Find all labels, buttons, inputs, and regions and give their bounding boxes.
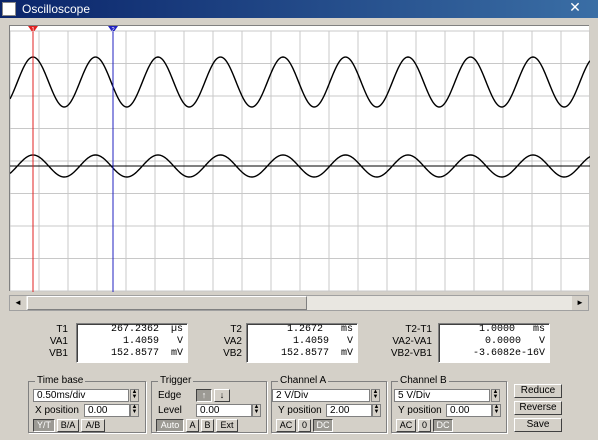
value-va1: 1.4059 V bbox=[122, 336, 183, 347]
close-icon[interactable]: ✕ bbox=[556, 0, 594, 16]
level-field[interactable]: 0.00 bbox=[196, 404, 252, 417]
trigger-b-button[interactable]: B bbox=[201, 419, 214, 432]
label-vb1: VB1 bbox=[49, 348, 68, 359]
trigger-title: Trigger bbox=[158, 375, 194, 386]
t1-values: 267.2362 µs 1.4059 V 152.8577 mV bbox=[76, 323, 188, 363]
level-label: Level bbox=[158, 405, 182, 416]
channel-b-group: Channel B 5 V/Div ▲ ▼ Y position 0.00 ▲ ▼ … bbox=[391, 375, 507, 433]
mode-ab-button[interactable]: A/B bbox=[81, 419, 105, 432]
channel-a-ac-button[interactable]: AC bbox=[276, 419, 296, 432]
value-t2-t1: 1.0000 ms bbox=[478, 324, 545, 335]
diff-values: 1.0000 ms 0.0000 V -3.6082e-16V bbox=[438, 323, 550, 363]
channel-a-scale-field[interactable]: 2 V/Div bbox=[272, 389, 370, 402]
label-va2-va1: VA2-VA1 bbox=[392, 336, 432, 347]
channel-a-group: Channel A 2 V/Div ▲ ▼ Y position 2.00 ▲ ▼ … bbox=[271, 375, 387, 433]
value-vb2: 152.8577 mV bbox=[280, 348, 353, 359]
horizontal-scrollbar[interactable]: ◄ ► bbox=[9, 295, 589, 311]
oscilloscope-display: 12 bbox=[9, 25, 590, 292]
label-t1: T1 bbox=[56, 324, 68, 335]
label-va1: VA1 bbox=[49, 336, 68, 347]
channel-a-scale-spinner[interactable]: ▲ ▼ bbox=[371, 389, 380, 402]
timebase-group: Time base 0.50ms/div ▲ ▼ X position 0.00 … bbox=[28, 375, 146, 433]
mode-ba-button[interactable]: B/A bbox=[57, 419, 79, 432]
channel-b-ypos-field[interactable]: 0.00 bbox=[446, 404, 492, 417]
value-vb1: 152.8577 mV bbox=[110, 348, 183, 359]
timebase-scale-spinner[interactable]: ▲ ▼ bbox=[130, 389, 139, 402]
channel-a-ypos-field[interactable]: 2.00 bbox=[326, 404, 372, 417]
xpos-label: X position bbox=[35, 405, 79, 416]
app-icon bbox=[2, 2, 16, 16]
channel-b-zero-button[interactable]: 0 bbox=[418, 419, 431, 432]
window-title: Oscilloscope bbox=[22, 2, 91, 16]
value-va2: 1.4059 V bbox=[292, 336, 353, 347]
edge-label: Edge bbox=[158, 390, 182, 401]
save-button[interactable]: Save bbox=[514, 418, 562, 432]
label-t2: T2 bbox=[230, 324, 242, 335]
scroll-thumb[interactable] bbox=[27, 296, 307, 310]
timebase-scale-field[interactable]: 0.50ms/div bbox=[33, 389, 129, 402]
title-bar: Oscilloscope ✕ bbox=[0, 0, 598, 18]
value-vb2-vb1: -3.6082e-16V bbox=[472, 348, 545, 359]
rising-edge-icon[interactable]: ↑ bbox=[196, 389, 212, 402]
t2-values: 1.2672 ms 1.4059 V 152.8577 mV bbox=[246, 323, 358, 363]
xpos-spinner[interactable]: ▲ ▼ bbox=[130, 404, 139, 417]
value-t1: 267.2362 µs bbox=[110, 324, 183, 335]
reduce-button[interactable]: Reduce bbox=[514, 384, 562, 398]
channel-b-ypos-spinner[interactable]: ▲ ▼ bbox=[492, 404, 501, 417]
cursor-readout: T1 VA1 VB1 267.2362 µs 1.4059 V 152.8577… bbox=[8, 315, 590, 370]
trigger-a-button[interactable]: A bbox=[186, 419, 199, 432]
timebase-title: Time base bbox=[35, 375, 86, 386]
trigger-auto-button[interactable]: Auto bbox=[156, 419, 184, 432]
scope-grid: 12 bbox=[10, 26, 590, 292]
channel-a-dc-button[interactable]: DC bbox=[313, 419, 333, 432]
falling-edge-icon[interactable]: ↓ bbox=[214, 389, 230, 402]
trigger-group: Trigger Edge ↑ ↓ Level 0.00 ▲ ▼ Auto A B … bbox=[151, 375, 267, 433]
channel-b-dc-button[interactable]: DC bbox=[433, 419, 453, 432]
channel-b-scale-field[interactable]: 5 V/Div bbox=[394, 389, 490, 402]
label-t2-t1: T2-T1 bbox=[405, 324, 432, 335]
trigger-ext-button[interactable]: Ext bbox=[216, 419, 238, 432]
scroll-right-icon[interactable]: ► bbox=[572, 296, 588, 310]
xpos-field[interactable]: 0.00 bbox=[84, 404, 130, 417]
t1-labels: T1 VA1 VB1 bbox=[28, 324, 68, 360]
channel-b-ac-button[interactable]: AC bbox=[396, 419, 416, 432]
channel-a-zero-button[interactable]: 0 bbox=[298, 419, 311, 432]
mode-yt-button[interactable]: Y/T bbox=[33, 419, 55, 432]
label-vb2: VB2 bbox=[223, 348, 242, 359]
channel-b-title: Channel B bbox=[398, 375, 449, 386]
reverse-button[interactable]: Reverse bbox=[514, 401, 562, 415]
label-vb2-vb1: VB2-VB1 bbox=[390, 348, 432, 359]
label-va2: VA2 bbox=[223, 336, 242, 347]
value-va2-va1: 0.0000 V bbox=[484, 336, 545, 347]
channel-a-ypos-label: Y position bbox=[278, 405, 322, 416]
scroll-left-icon[interactable]: ◄ bbox=[10, 296, 26, 310]
channel-a-title: Channel A bbox=[278, 375, 329, 386]
channel-b-ypos-label: Y position bbox=[398, 405, 442, 416]
channel-a-ypos-spinner[interactable]: ▲ ▼ bbox=[372, 404, 381, 417]
value-t2: 1.2672 ms bbox=[286, 324, 353, 335]
diff-labels: T2-T1 VA2-VA1 VB2-VB1 bbox=[382, 324, 432, 360]
t2-labels: T2 VA2 VB2 bbox=[202, 324, 242, 360]
level-spinner[interactable]: ▲ ▼ bbox=[252, 404, 261, 417]
channel-b-scale-spinner[interactable]: ▲ ▼ bbox=[491, 389, 500, 402]
